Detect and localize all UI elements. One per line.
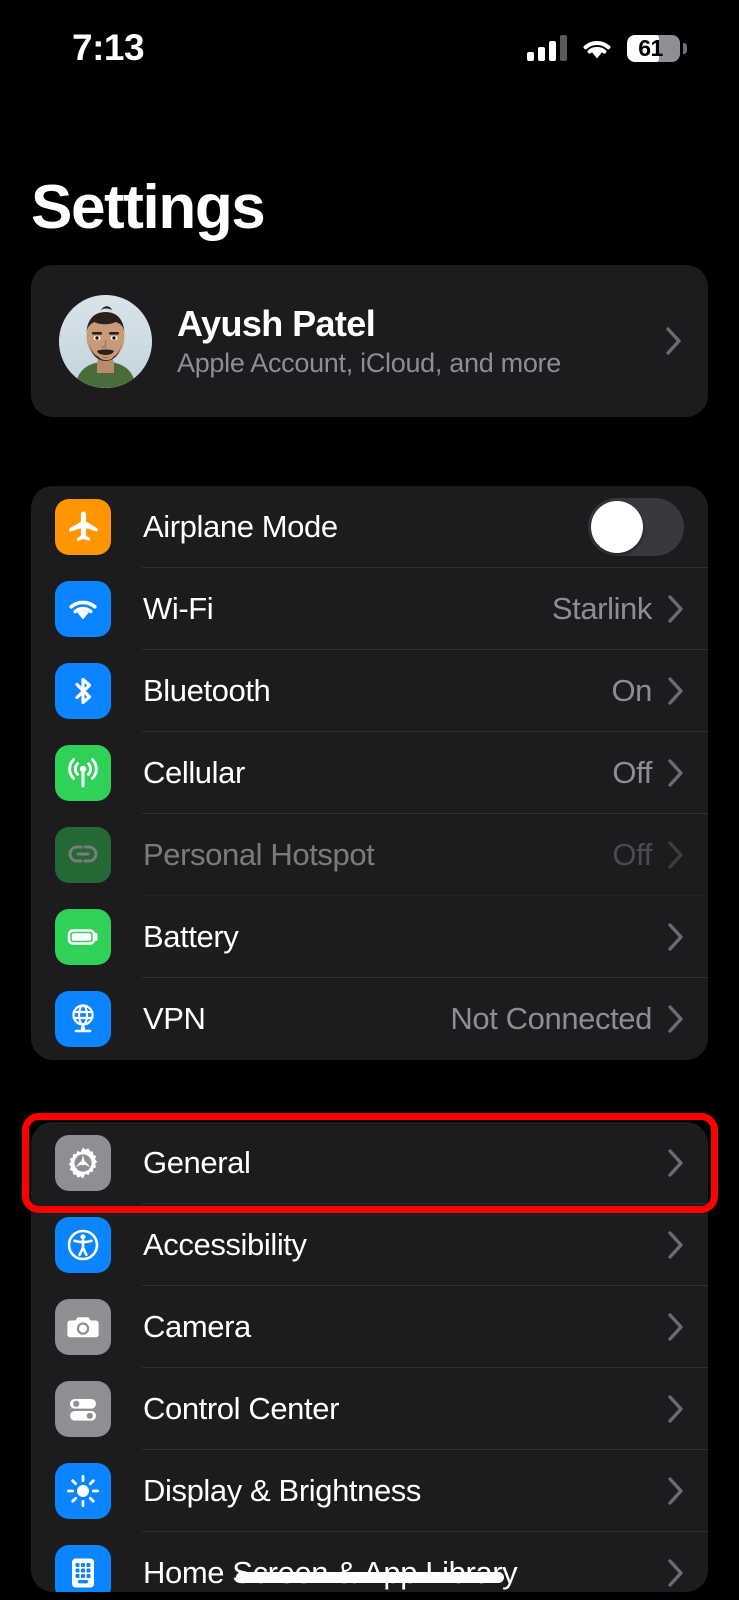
wifi-icon <box>580 35 614 61</box>
battery-icon <box>55 909 111 965</box>
connectivity-group: Airplane Mode Wi-Fi Starlink Bluetooth On C… <box>31 486 708 1060</box>
gear-icon <box>55 1135 111 1191</box>
settings-screen: 7:13 61 Settings Ayush Patel Apple Accou… <box>0 0 739 1600</box>
chevron-right-icon <box>668 1477 684 1505</box>
system-settings-group: General Accessibility Camera Control Cen… <box>31 1122 708 1592</box>
chevron-right-icon <box>668 1149 684 1177</box>
page-title: Settings <box>31 173 266 242</box>
status-bar-time: 7:13 <box>72 27 145 68</box>
row-label: General <box>143 1145 251 1180</box>
battery-indicator: 61 <box>627 34 687 62</box>
account-subtitle: Apple Account, iCloud, and more <box>177 348 561 379</box>
chevron-right-icon <box>668 923 684 951</box>
row-label: Bluetooth <box>143 673 271 708</box>
row-value: On <box>611 673 652 708</box>
brightness-sun-icon <box>55 1463 111 1519</box>
chevron-right-icon <box>668 1231 684 1259</box>
airplane-icon <box>55 499 111 555</box>
battery-percent-label: 61 <box>638 34 663 61</box>
settings-row-bluetooth[interactable]: Bluetooth On <box>31 650 708 732</box>
status-bar: 7:13 61 <box>0 0 739 96</box>
row-value: Not Connected <box>450 1001 652 1036</box>
cellular-antenna-icon <box>55 745 111 801</box>
row-label: Cellular <box>143 755 245 790</box>
row-label: Control Center <box>143 1391 339 1426</box>
settings-row-wi-fi[interactable]: Wi-Fi Starlink <box>31 568 708 650</box>
row-label: Personal Hotspot <box>143 837 375 872</box>
chevron-right-icon <box>668 1313 684 1341</box>
app-grid-icon <box>55 1545 111 1592</box>
settings-row-personal-hotspot[interactable]: Personal Hotspot Off <box>31 814 708 896</box>
toggle-knob <box>591 501 643 553</box>
status-bar-indicators: 61 <box>527 34 687 62</box>
row-value: Off <box>612 755 652 790</box>
settings-row-control-center[interactable]: Control Center <box>31 1368 708 1450</box>
cellular-signal-icon <box>527 35 567 61</box>
chevron-right-icon <box>666 327 682 355</box>
wifi-icon <box>55 581 111 637</box>
settings-row-general[interactable]: General <box>31 1122 708 1204</box>
avatar <box>59 294 152 388</box>
bluetooth-icon <box>55 663 111 719</box>
chevron-right-icon <box>668 759 684 787</box>
row-label: Airplane Mode <box>143 509 338 544</box>
chevron-right-icon <box>668 1559 684 1587</box>
chevron-right-icon <box>668 1005 684 1033</box>
row-label: Camera <box>143 1309 251 1344</box>
chevron-right-icon <box>668 677 684 705</box>
settings-row-camera[interactable]: Camera <box>31 1286 708 1368</box>
settings-row-airplane-mode[interactable]: Airplane Mode <box>31 486 708 568</box>
row-label: Accessibility <box>143 1227 307 1262</box>
row-label: Display & Brightness <box>143 1473 422 1508</box>
settings-row-battery[interactable]: Battery <box>31 896 708 978</box>
chevron-right-icon <box>668 595 684 623</box>
settings-row-display-brightness[interactable]: Display & Brightness <box>31 1450 708 1532</box>
row-label: Battery <box>143 919 239 954</box>
airplane-mode-toggle[interactable] <box>588 498 684 556</box>
settings-row-vpn[interactable]: VPN Not Connected <box>31 978 708 1060</box>
row-label: Wi-Fi <box>143 591 214 626</box>
chevron-right-icon <box>668 841 684 869</box>
battery-cap <box>683 42 687 54</box>
control-center-icon <box>55 1381 111 1437</box>
home-indicator-bar[interactable] <box>235 1572 504 1583</box>
vpn-globe-icon <box>55 991 111 1047</box>
settings-row-home-screen-app-library[interactable]: Home Screen & App Library <box>31 1532 708 1592</box>
account-name: Ayush Patel <box>177 302 376 344</box>
settings-row-accessibility[interactable]: Accessibility <box>31 1204 708 1286</box>
apple-account-text: Ayush Patel Apple Account, iCloud, and m… <box>177 303 666 379</box>
row-value: Starlink <box>551 591 653 626</box>
row-label: VPN <box>143 1001 206 1036</box>
battery-icon: 61 <box>627 34 680 62</box>
row-value: Off <box>612 837 652 872</box>
hotspot-link-icon <box>55 827 111 883</box>
apple-account-card[interactable]: Ayush Patel Apple Account, iCloud, and m… <box>31 265 708 417</box>
camera-icon <box>55 1299 111 1355</box>
chevron-right-icon <box>668 1395 684 1423</box>
apple-account-row[interactable]: Ayush Patel Apple Account, iCloud, and m… <box>31 265 708 417</box>
settings-row-cellular[interactable]: Cellular Off <box>31 732 708 814</box>
accessibility-icon <box>55 1217 111 1273</box>
